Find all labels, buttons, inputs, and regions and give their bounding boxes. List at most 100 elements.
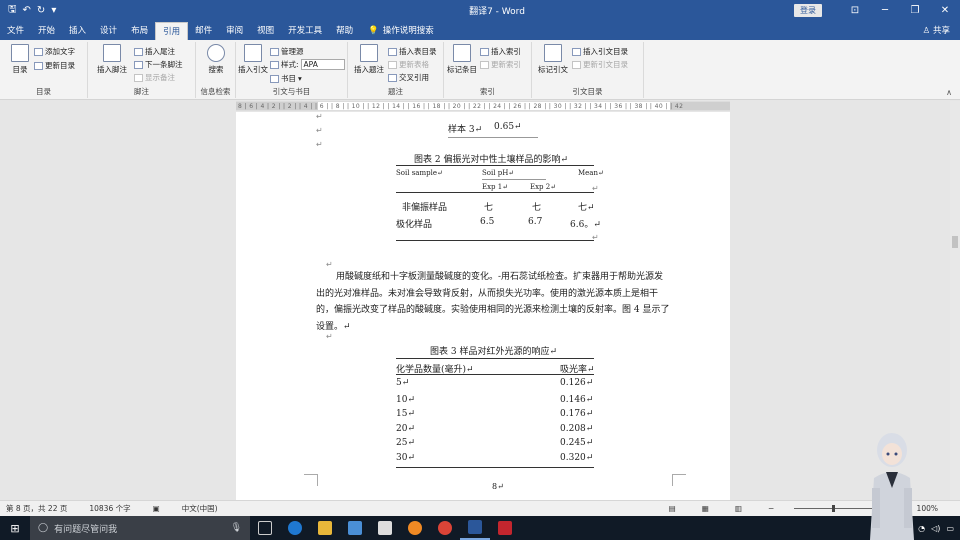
next-footnote-button[interactable]: 下一条脚注 — [134, 59, 183, 70]
bibliography-button[interactable]: 书目 ▾ — [270, 73, 302, 84]
update-toa-button[interactable]: 更新引文目录 — [572, 59, 628, 70]
zoom-out-icon[interactable]: − — [768, 504, 774, 513]
language-indicator[interactable]: 中文(中国) — [182, 503, 218, 514]
tab-mailings[interactable]: 邮件 — [188, 22, 219, 40]
print-layout-icon[interactable]: ▦ — [702, 504, 709, 513]
mail-icon[interactable] — [370, 516, 400, 540]
citation-style-select[interactable]: 样式: APA — [270, 59, 345, 70]
insert-index-button[interactable]: 插入索引 — [480, 46, 521, 57]
insert-toa-icon — [572, 47, 581, 56]
page-count[interactable]: 第 8 页，共 22 页 — [6, 503, 67, 514]
save-icon[interactable]: 🖫 — [8, 2, 17, 19]
insert-endnote-label: 插入尾注 — [145, 47, 175, 56]
tab-developer[interactable]: 开发工具 — [281, 22, 329, 40]
margin-corner-mark — [304, 474, 318, 486]
update-index-button[interactable]: 更新索引 — [480, 59, 521, 70]
windows-start-icon[interactable]: ⊞ — [0, 522, 30, 535]
insert-citation-button[interactable]: 插入引文 — [236, 44, 270, 75]
mark-citation-button[interactable]: 标记引文 — [534, 44, 572, 75]
customize-qat-icon[interactable]: ▾ — [51, 5, 56, 16]
proofing-icon[interactable]: ▣ — [153, 504, 160, 513]
insert-endnote-button[interactable]: 插入尾注 — [134, 46, 175, 57]
group-toc-label: 目录 — [36, 87, 51, 96]
insert-tof-button[interactable]: 插入表目录 — [388, 46, 437, 57]
document-page[interactable]: ↵ 样本 3↵ 0.65↵ ↵ ↵ 图表 2 偏振光对中性土壤样品的影响↵ So… — [236, 112, 730, 500]
table3-row-amount: 15↵ — [396, 409, 415, 419]
table3-top-rule — [396, 358, 594, 359]
login-button[interactable]: 登录 — [794, 3, 822, 17]
taskbar-search[interactable]: ◯ 有问题尽管问我 🎙 — [30, 516, 250, 540]
read-mode-icon[interactable]: ▤ — [669, 504, 676, 513]
body-paragraph: 用酸碱度纸和十字板测量酸碱度的变化。-用石蕊试纸检查。扩束器用于帮助光源发出的光… — [316, 272, 670, 332]
word-count[interactable]: 10836 个字 — [89, 503, 130, 514]
pdf-icon[interactable] — [490, 516, 520, 540]
insert-toa-label: 插入引文目录 — [583, 47, 628, 56]
insert-footnote-button[interactable]: 插入脚注 — [92, 44, 132, 75]
style-value[interactable]: APA — [300, 59, 345, 70]
zoom-slider-knob[interactable] — [832, 505, 836, 512]
paragraph-mark: ↵ — [316, 140, 323, 149]
vertical-scrollbar[interactable] — [950, 101, 960, 501]
margin-corner-mark — [672, 474, 686, 486]
style-label: 样式: — [281, 60, 299, 69]
add-text-button[interactable]: 添加文字 — [34, 46, 75, 57]
show-notes-icon — [134, 73, 143, 82]
store-icon[interactable] — [340, 516, 370, 540]
undo-icon[interactable]: ↶ — [23, 5, 31, 16]
share-label: 共享 — [932, 26, 950, 36]
footnote-icon — [103, 44, 121, 62]
file-explorer-icon[interactable] — [310, 516, 340, 540]
mark-entry-icon — [453, 44, 471, 62]
tab-home[interactable]: 开始 — [31, 22, 62, 40]
edge-icon[interactable] — [280, 516, 310, 540]
task-view-icon[interactable] — [250, 516, 280, 540]
zoom-slider[interactable] — [794, 505, 875, 512]
microphone-icon[interactable]: 🎙 — [231, 523, 242, 533]
toc-icon — [11, 44, 29, 62]
web-layout-icon[interactable]: ▥ — [735, 504, 742, 513]
update-table-button[interactable]: 更新表格 — [388, 59, 429, 70]
tab-review[interactable]: 审阅 — [219, 22, 250, 40]
table3-row-amount: 10↵ — [396, 395, 415, 405]
mark-citation-label: 标记引文 — [538, 65, 568, 74]
redo-icon[interactable]: ↻ — [37, 5, 45, 16]
notification-icon[interactable]: ▭ — [946, 524, 954, 533]
tab-insert[interactable]: 插入 — [62, 22, 93, 40]
endnote-icon — [134, 47, 143, 56]
manage-sources-button[interactable]: 管理源 — [270, 46, 304, 57]
insert-caption-button[interactable]: 插入题注 — [350, 44, 388, 75]
restore-icon[interactable]: ❐ — [900, 5, 930, 16]
collapse-ribbon-icon[interactable]: ∧ — [946, 88, 952, 97]
horizontal-ruler[interactable]: 8 | 6 | 4 | 2 | | 2 | | 4 | | 6 | | 8 | … — [236, 101, 730, 111]
search-label: 搜索 — [208, 65, 224, 74]
cross-reference-button[interactable]: 交叉引用 — [388, 72, 429, 83]
table3-row-absorb: 0.320↵ — [560, 453, 594, 463]
tab-view[interactable]: 视图 — [250, 22, 281, 40]
toc-button[interactable]: 目录 — [2, 44, 38, 75]
insert-toa-button[interactable]: 插入引文目录 — [572, 46, 628, 57]
bibliography-icon — [270, 74, 279, 83]
word-icon[interactable] — [460, 516, 490, 540]
tell-me-search[interactable]: 💡 操作说明搜索 — [360, 22, 442, 40]
search-button[interactable]: 搜索 — [198, 44, 234, 75]
minimize-icon[interactable]: ─ — [870, 5, 900, 16]
tab-layout[interactable]: 布局 — [124, 22, 155, 40]
tab-references[interactable]: 引用 — [155, 22, 189, 40]
share-button[interactable]: ♙ 共享 — [923, 22, 960, 40]
ribbon-display-icon[interactable]: ⊡ — [840, 5, 870, 16]
table2-bottom-rule — [396, 240, 594, 241]
insert-index-icon — [480, 47, 489, 56]
mark-entry-button[interactable]: 标记条目 — [446, 44, 478, 75]
show-notes-button[interactable]: 显示备注 — [134, 72, 175, 83]
tab-help[interactable]: 帮助 — [329, 22, 360, 40]
chrome-icon[interactable] — [430, 516, 460, 540]
ribbon-tabs: 文件 开始 插入 设计 布局 引用 邮件 审阅 视图 开发工具 帮助 💡 操作说… — [0, 20, 960, 40]
scrollbar-thumb[interactable] — [952, 236, 958, 248]
update-toc-button[interactable]: 更新目录 — [34, 60, 75, 71]
tab-design[interactable]: 设计 — [93, 22, 124, 40]
volume-icon[interactable]: ◁) — [931, 524, 940, 533]
app-orange-icon[interactable] — [400, 516, 430, 540]
search-icon — [207, 44, 225, 62]
close-icon[interactable]: ✕ — [930, 5, 960, 16]
tab-file[interactable]: 文件 — [0, 22, 31, 40]
